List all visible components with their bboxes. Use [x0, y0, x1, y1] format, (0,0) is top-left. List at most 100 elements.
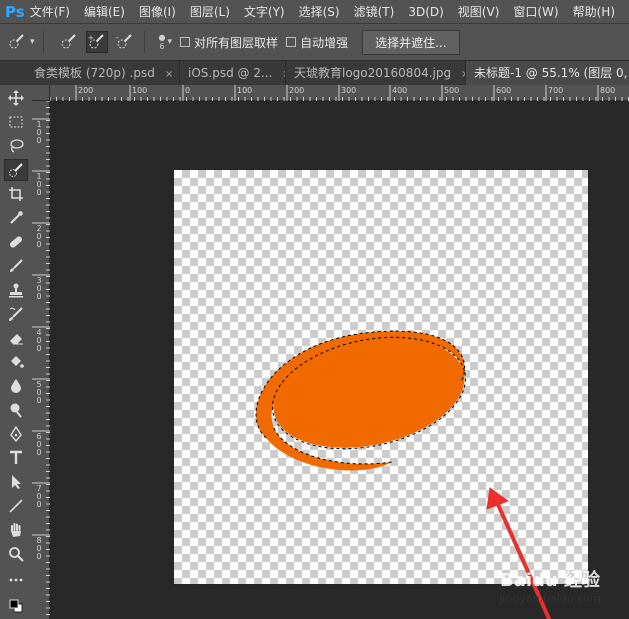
sample-all-layers-checkbox[interactable] — [180, 37, 191, 47]
pen-tool[interactable] — [4, 423, 28, 445]
line-tool[interactable] — [4, 495, 28, 517]
ruler-label: 300 — [341, 86, 357, 95]
menu-bar: Ps 文件(F) 编辑(E) 图像(I) 图层(L) 文字(Y) 选择(S) 滤… — [0, 0, 629, 23]
menu-window[interactable]: 窗口(W) — [513, 3, 558, 20]
crop-tool[interactable] — [4, 183, 28, 205]
tab-label: 天琥教育logo20160804.jpg — [294, 66, 452, 80]
add-to-selection-button[interactable]: + — [85, 31, 108, 53]
history-brush-icon — [9, 307, 23, 321]
ruler-origin[interactable] — [32, 85, 50, 101]
move-tool[interactable] — [4, 87, 28, 109]
canvas-transparent[interactable] — [173, 169, 589, 619]
new-selection-button[interactable] — [58, 31, 80, 53]
ruler-label: 1 0 0 — [36, 120, 42, 145]
menu-edit[interactable]: 编辑(E) — [84, 3, 125, 20]
hand-icon — [11, 523, 21, 537]
ruler-label: 100 — [132, 86, 148, 95]
auto-enhance-checkbox[interactable] — [286, 37, 297, 47]
ruler-label: 7 0 0 — [36, 484, 42, 509]
tool-preset-picker[interactable] — [6, 31, 28, 53]
pen-icon — [10, 426, 22, 442]
move-icon — [8, 90, 24, 106]
droplet-icon — [11, 379, 21, 393]
healing-brush-tool[interactable] — [4, 231, 28, 253]
type-icon — [10, 450, 22, 464]
paint-bucket-tool[interactable] — [4, 351, 28, 373]
tab-document-1[interactable]: 食类模板 (720p) .psd × — [0, 61, 180, 85]
marquee-tool[interactable] — [4, 111, 28, 133]
ruler-label: 5 0 0 — [36, 380, 42, 405]
quick-selection-tool[interactable] — [4, 159, 28, 181]
menu-select[interactable]: 选择(S) — [299, 3, 340, 20]
eyedropper-tool[interactable] — [4, 207, 28, 229]
brush-dot-icon: ● — [158, 33, 166, 42]
chevron-down-icon[interactable]: ▾ — [168, 37, 173, 47]
lasso-tool[interactable] — [4, 135, 28, 157]
menu-type[interactable]: 文字(Y) — [244, 3, 285, 20]
subtract-from-selection-button[interactable]: - — [114, 31, 136, 53]
color-swatches[interactable] — [4, 595, 28, 617]
type-tool[interactable] — [4, 447, 28, 469]
brush-tool[interactable] — [4, 255, 28, 277]
orange-logo — [255, 330, 552, 619]
ruler-label: 6 0 0 — [36, 432, 42, 457]
ruler-label: 100 — [237, 86, 253, 95]
menu-file[interactable]: 文件(F) — [30, 3, 70, 20]
ellipsis-icon — [9, 578, 23, 582]
select-and-mask-button[interactable]: 选择并遮住... — [362, 29, 460, 55]
tools-panel — [0, 85, 33, 619]
menu-help[interactable]: 帮助(H) — [573, 3, 615, 20]
eraser-tool[interactable] — [4, 327, 28, 349]
tab-label: 食类模板 (720p) .psd — [34, 66, 155, 80]
ruler-label: 200 — [289, 86, 305, 95]
more-tools[interactable] — [4, 569, 28, 591]
ruler-label: 500 — [444, 86, 460, 95]
tab-label: iOS.psd @ 2... — [188, 66, 273, 80]
baidu-jingyan-watermark: Baidu 经验 jingyan.baidu.com — [480, 566, 620, 605]
history-brush-tool[interactable] — [4, 303, 28, 325]
tab-label: 未标题-1 @ 55.1% (图层 0, R — [474, 66, 629, 80]
horizontal-ruler[interactable]: 200 100 0 100 200 300 400 500 600 700 800 — [50, 85, 629, 101]
arrow-pointer-icon — [12, 475, 21, 489]
quick-selection-add-icon: + — [88, 34, 104, 49]
line-icon — [9, 499, 23, 513]
brush-size-value: 6 — [159, 42, 165, 51]
tab-document-3[interactable]: 天琥教育logo20160804.jpg× — [286, 61, 466, 85]
zoom-tool[interactable] — [4, 543, 28, 565]
tab-document-active[interactable]: 未标题-1 @ 55.1% (图层 0, R — [466, 61, 629, 85]
menu-image[interactable]: 图像(I) — [139, 3, 176, 20]
eraser-icon — [10, 334, 23, 345]
ruler-label: 1 0 0 — [36, 172, 42, 197]
hand-tool[interactable] — [4, 519, 28, 541]
menu-view[interactable]: 视图(V) — [458, 3, 500, 20]
foreground-background-color-icon — [9, 599, 23, 613]
ruler-label: 4 0 0 — [36, 328, 42, 353]
path-selection-tool[interactable] — [4, 471, 28, 493]
tab-document-2[interactable]: iOS.psd @ 2...× — [180, 61, 286, 85]
ruler-label: 800 — [600, 86, 616, 95]
blur-tool[interactable] — [4, 375, 28, 397]
dodge-tool[interactable] — [4, 399, 28, 421]
auto-enhance-label: 自动增强 — [300, 35, 349, 50]
ruler-label: 200 — [78, 86, 94, 95]
brush-size-picker[interactable]: ● 6 — [159, 33, 166, 51]
stamp-icon — [9, 283, 23, 298]
menu-3d[interactable]: 3D(D) — [408, 5, 443, 19]
bandage-icon — [9, 236, 23, 248]
ruler-label: 8 0 0 — [36, 536, 42, 561]
chevron-down-icon[interactable]: ▾ — [30, 37, 35, 47]
dodge-icon — [10, 403, 22, 418]
svg-text:+: + — [88, 34, 94, 42]
lasso-icon — [10, 139, 24, 153]
quick-selection-icon — [9, 34, 24, 49]
document-workspace[interactable] — [50, 101, 629, 619]
magnifier-icon — [9, 547, 24, 562]
eyedropper-icon — [10, 211, 23, 224]
clone-stamp-tool[interactable] — [4, 279, 28, 301]
menu-layer[interactable]: 图层(L) — [190, 3, 230, 20]
vertical-ruler[interactable]: 1 0 0 1 0 0 2 0 0 3 0 0 4 0 0 5 0 0 6 0 0 7 0 0… — [32, 101, 50, 619]
photoshop-logo: Ps — [5, 2, 25, 21]
brush-icon — [10, 259, 23, 272]
close-icon[interactable]: × — [165, 69, 173, 80]
menu-filter[interactable]: 滤镜(T) — [354, 3, 395, 20]
